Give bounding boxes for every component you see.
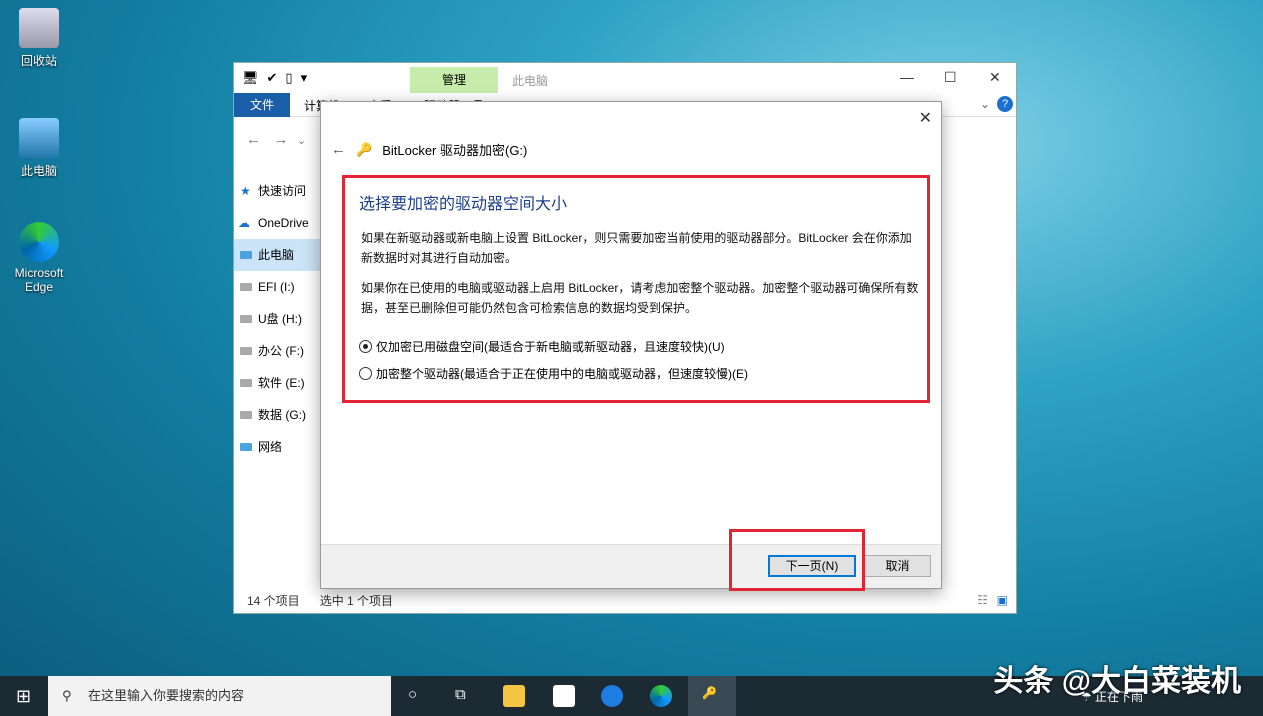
forward-icon[interactable]: → <box>274 131 289 148</box>
back-icon[interactable]: ← <box>246 131 261 148</box>
store-icon[interactable] <box>553 685 575 707</box>
label: 快速访问 <box>258 184 307 198</box>
details-view-icon[interactable]: ☷ <box>977 593 988 607</box>
label: 数据 (G:) <box>258 408 306 422</box>
label: 网络 <box>258 440 283 454</box>
dialog-title: BitLocker 驱动器加密(G:) <box>382 143 528 158</box>
maximize-button[interactable]: ☐ <box>944 69 957 86</box>
minimize-button[interactable]: — <box>900 69 914 85</box>
label: Microsoft Edge <box>14 266 64 294</box>
computer-icon: 🖥 <box>242 70 259 85</box>
navigation-pane: ★ 快速访问 ☁ OneDrive 此电脑 EFI (I:) U盘 (H:) 办公 … <box>234 175 320 463</box>
nav-buttons: ← → ⌄ <box>246 131 306 148</box>
bitlocker-taskbar-button[interactable]: 🔑 <box>688 676 736 716</box>
label: U盘 (H:) <box>258 312 302 326</box>
quick-access-toolbar[interactable]: 🖥 ✔ ▯ ▾ <box>242 70 307 86</box>
sidebar-item-onedrive[interactable]: ☁ OneDrive <box>234 207 320 239</box>
bitlocker-dialog: ✕ ← 🔑 BitLocker 驱动器加密(G:) 选择要加密的驱动器空间大小 … <box>320 101 942 591</box>
item-count: 14 个项目 <box>247 594 300 608</box>
expand-ribbon-icon[interactable]: ⌄ <box>980 97 990 111</box>
option-used-space[interactable]: 仅加密已用磁盘空间(最适合于新电脑或新驱动器，且速度较快)(U) <box>359 338 725 355</box>
description-1: 如果在新驱动器或新电脑上设置 BitLocker，则只需要加密当前使用的驱动器部… <box>361 231 912 265</box>
sidebar-item-office[interactable]: 办公 (F:) <box>234 335 320 367</box>
close-icon[interactable]: ✕ <box>919 108 932 128</box>
back-icon[interactable]: ← <box>331 141 346 158</box>
taskbar-search[interactable]: ⚲ 在这里输入你要搜索的内容 <box>48 676 391 716</box>
radio-button[interactable] <box>359 340 372 353</box>
placeholder: 在这里输入你要搜索的内容 <box>88 688 245 703</box>
recent-icon[interactable]: ⌄ <box>297 135 306 147</box>
desktop-recycle-bin[interactable]: 回收站 <box>8 8 70 69</box>
sidebar-item-usb[interactable]: U盘 (H:) <box>234 303 320 335</box>
watermark: 头条 @大白菜装机 <box>993 665 1241 698</box>
recycle-bin-icon <box>19 8 59 48</box>
app-icon[interactable] <box>601 685 623 707</box>
cancel-button[interactable]: 取消 <box>864 555 931 577</box>
help-icon[interactable]: ? <box>997 96 1013 112</box>
sidebar-item-data[interactable]: 数据 (G:) <box>234 399 320 431</box>
label: 软件 (E:) <box>258 376 305 390</box>
sidebar-item-software[interactable]: 软件 (E:) <box>234 367 320 399</box>
highlight-box <box>729 529 865 591</box>
close-button[interactable]: ✕ <box>989 69 1001 86</box>
label: 仅加密已用磁盘空间(最适合于新电脑或新驱动器，且速度较快)(U) <box>376 340 725 354</box>
windows-start-icon[interactable]: ⊞ <box>16 686 31 707</box>
context-tab-manage[interactable]: 管理 <box>410 67 498 93</box>
properties-icon[interactable]: ✔ <box>267 70 278 86</box>
label: 加密整个驱动器(最适合于正在使用中的电脑或驱动器，但速度较慢)(E) <box>376 367 748 381</box>
selected-count: 选中 1 个项目 <box>319 594 394 608</box>
edge-icon[interactable] <box>650 685 672 707</box>
label: 回收站 <box>20 54 57 68</box>
sidebar-item-quick-access[interactable]: ★ 快速访问 <box>234 175 320 207</box>
window-title: 此电脑 <box>512 74 549 88</box>
file-explorer-icon[interactable] <box>503 685 525 707</box>
edge-icon <box>19 222 59 262</box>
cortana-icon[interactable]: ○ <box>408 686 417 703</box>
label: 办公 (F:) <box>258 344 304 358</box>
label: 此电脑 <box>20 164 57 178</box>
tab-file[interactable]: 文件 <box>234 93 290 117</box>
search-icon: ⚲ <box>62 688 72 703</box>
new-folder-icon[interactable]: ▯ <box>285 70 292 86</box>
sidebar-item-efi[interactable]: EFI (I:) <box>234 271 320 303</box>
radio-button[interactable] <box>359 367 372 380</box>
bitlocker-icon: 🔑 <box>356 141 373 157</box>
large-icons-view-icon[interactable]: ▣ <box>997 593 1008 607</box>
sidebar-item-this-pc[interactable]: 此电脑 <box>234 239 320 271</box>
option-entire-drive[interactable]: 加密整个驱动器(最适合于正在使用中的电脑或驱动器，但速度较慢)(E) <box>359 365 748 382</box>
chevron-down-icon[interactable]: ▾ <box>301 70 308 86</box>
task-view-icon[interactable]: ⧉ <box>455 686 466 703</box>
label: EFI (I:) <box>258 280 295 294</box>
dialog-heading: 选择要加密的驱动器空间大小 <box>359 196 568 213</box>
label: 此电脑 <box>258 248 295 262</box>
description-2: 如果你在已使用的电脑或驱动器上启用 BitLocker，请考虑加密整个驱动器。加… <box>361 281 919 315</box>
desktop-edge[interactable]: Microsoft Edge <box>8 222 70 294</box>
bitlocker-icon: 🔑 <box>702 686 717 700</box>
sidebar-item-network[interactable]: 网络 <box>234 431 320 463</box>
computer-icon <box>19 118 59 158</box>
desktop-this-pc[interactable]: 此电脑 <box>8 118 70 179</box>
label: OneDrive <box>258 216 309 230</box>
